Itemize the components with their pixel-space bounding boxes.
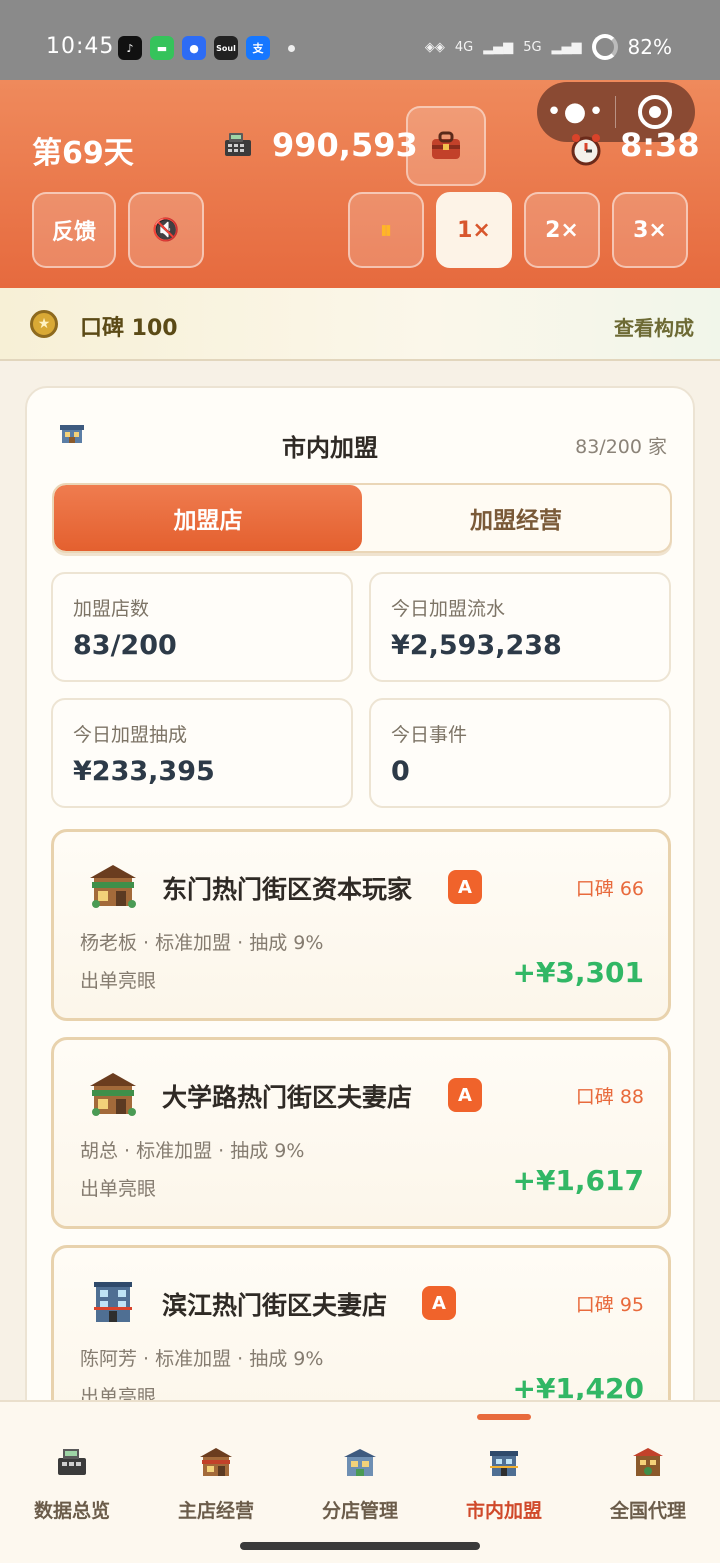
signal-4g-icon: 4G bbox=[454, 39, 474, 55]
store-reputation: 口碑 88 bbox=[575, 1086, 644, 1108]
store-grade-badge: A bbox=[448, 870, 482, 904]
stat-label: 加盟店数 bbox=[73, 598, 150, 620]
stat-franchise-count: 加盟店数 83/200 bbox=[51, 572, 353, 682]
franchise-card: 市内加盟 83/200 家 加盟店 加盟经营 加盟店数 83/200 今日加盟流… bbox=[25, 386, 695, 1446]
nav-label: 市内加盟 bbox=[465, 1500, 542, 1522]
stat-label: 今日事件 bbox=[391, 724, 468, 746]
store-event: 出单亮眼 bbox=[80, 970, 157, 992]
stat-label: 今日加盟流水 bbox=[391, 598, 506, 620]
store-meta: 杨老板 · 标准加盟 · 抽成 9% bbox=[80, 932, 324, 954]
store-name: 东门热门街区资本玩家 bbox=[162, 875, 413, 904]
close-miniprogram-button[interactable] bbox=[616, 95, 694, 129]
tab-franchise-stores[interactable]: 加盟店 bbox=[54, 485, 362, 551]
status-bar: 10:45 ♪ ▬ ● Soul 支 ◈◈ 4G ▂▄▆ 5G ▂▄▆ 82% bbox=[0, 0, 720, 80]
store-reputation: 口碑 66 bbox=[575, 878, 644, 900]
mute-button[interactable]: 🔇 bbox=[128, 192, 204, 268]
cash-register-icon bbox=[225, 133, 251, 156]
stat-value: 83/200 bbox=[73, 630, 177, 661]
store-reputation: 口碑 95 bbox=[575, 1294, 644, 1316]
franchise-building-icon bbox=[490, 1451, 518, 1476]
stat-value: ¥233,395 bbox=[73, 756, 215, 787]
speed-1x-button[interactable]: 1× bbox=[436, 192, 512, 268]
battery-percent: 82% bbox=[627, 35, 672, 59]
branch-store-icon bbox=[344, 1449, 376, 1476]
nav-label: 数据总览 bbox=[33, 1500, 110, 1522]
speed-2x-button[interactable]: 2× bbox=[524, 192, 600, 268]
money-value: 990,593 bbox=[272, 126, 418, 164]
shop-building-icon bbox=[200, 1448, 232, 1476]
soul-icon: Soul bbox=[214, 36, 238, 60]
pause-icon: ⏸ bbox=[380, 216, 392, 244]
signal-bars-icon: ▂▄▆ bbox=[551, 39, 582, 55]
store-grade-badge: A bbox=[422, 1286, 456, 1320]
franchise-tabs: 加盟店 加盟经营 bbox=[52, 483, 672, 553]
backpack-button[interactable] bbox=[406, 106, 486, 186]
speed-3x-button[interactable]: 3× bbox=[612, 192, 688, 268]
notification-icons: ♪ ▬ ● Soul 支 bbox=[118, 36, 295, 60]
reputation-bar: ★ 口碑 100 查看构成 bbox=[0, 288, 720, 361]
stat-value: ¥2,593,238 bbox=[391, 630, 562, 661]
bottom-navigation: 数据总览 主店经营 分店管理 市内加盟 全国代理 bbox=[0, 1400, 720, 1563]
store-meta: 胡总 · 标准加盟 · 抽成 9% bbox=[80, 1140, 305, 1162]
wifi-icon: ▂▄▆ bbox=[483, 39, 514, 55]
franchise-count: 83/200 家 bbox=[575, 436, 667, 458]
national-agency-icon bbox=[633, 1448, 663, 1476]
nav-label: 全国代理 bbox=[609, 1500, 686, 1522]
store-name: 滨江热门街区夫妻店 bbox=[162, 1291, 388, 1320]
messages-icon: ▬ bbox=[150, 36, 174, 60]
nav-label: 主店经营 bbox=[177, 1500, 254, 1522]
store-income: +¥3,301 bbox=[512, 956, 644, 989]
nav-branch-management[interactable]: 分店管理 bbox=[288, 1442, 432, 1523]
status-time: 10:45 bbox=[46, 34, 115, 59]
stat-value: 0 bbox=[391, 756, 410, 787]
store-name: 大学路热门街区夫妻店 bbox=[162, 1083, 413, 1112]
game-clock: 8:38 bbox=[620, 126, 700, 164]
nav-city-franchise[interactable]: 市内加盟 bbox=[432, 1442, 576, 1523]
franchise-store-item[interactable]: 东门热门街区资本玩家 A 口碑 66 杨老板 · 标准加盟 · 抽成 9% 出单… bbox=[51, 829, 671, 1021]
franchise-store-item[interactable]: 大学路热门街区夫妻店 A 口碑 88 胡总 · 标准加盟 · 抽成 9% 出单亮… bbox=[51, 1037, 671, 1229]
nav-main-store[interactable]: 主店经营 bbox=[144, 1442, 288, 1523]
shop-building-icon bbox=[90, 865, 136, 908]
more-notifications-dot bbox=[288, 44, 295, 52]
tiktok-icon: ♪ bbox=[118, 36, 142, 60]
reputation-score: 口碑 100 bbox=[80, 316, 178, 341]
shop-building-icon bbox=[90, 1073, 136, 1116]
signal-5g-icon: 5G bbox=[523, 39, 542, 55]
browser-icon: ● bbox=[182, 36, 206, 60]
alipay-icon: 支 bbox=[246, 36, 270, 60]
game-header: 第69天 990,593 •●• 8:38 反馈 🔇 ⏸ 1× 2× 3× bbox=[0, 80, 720, 288]
stat-today-revenue: 今日加盟流水 ¥2,593,238 bbox=[369, 572, 671, 682]
feedback-button[interactable]: 反馈 bbox=[32, 192, 116, 268]
stat-label: 今日加盟抽成 bbox=[73, 724, 188, 746]
reputation-coin-icon: ★ bbox=[30, 310, 58, 338]
battery-icon bbox=[591, 34, 618, 60]
nav-label: 分店管理 bbox=[321, 1500, 398, 1522]
day-counter: 第69天 bbox=[32, 136, 134, 171]
stat-today-events: 今日事件 0 bbox=[369, 698, 671, 808]
store-event: 出单亮眼 bbox=[80, 1178, 157, 1200]
more-options-button[interactable]: •●• bbox=[537, 97, 615, 127]
store-income: +¥1,617 bbox=[512, 1164, 644, 1197]
alarm-clock-icon bbox=[571, 134, 601, 166]
stat-today-commission: 今日加盟抽成 ¥233,395 bbox=[51, 698, 353, 808]
view-composition-link[interactable]: 查看构成 bbox=[614, 312, 694, 341]
mute-icon: 🔇 bbox=[152, 217, 180, 243]
backpack-icon bbox=[432, 131, 460, 159]
active-tab-indicator bbox=[477, 1414, 531, 1420]
pause-button[interactable]: ⏸ bbox=[348, 192, 424, 268]
home-indicator[interactable] bbox=[240, 1542, 480, 1550]
cash-register-icon bbox=[58, 1449, 86, 1475]
target-icon bbox=[638, 95, 672, 129]
nav-national-agency[interactable]: 全国代理 bbox=[576, 1442, 720, 1523]
tab-franchise-operations[interactable]: 加盟经营 bbox=[362, 485, 670, 551]
nfc-icon: ◈◈ bbox=[424, 39, 445, 55]
store-grade-badge: A bbox=[448, 1078, 482, 1112]
store-meta: 陈阿芳 · 标准加盟 · 抽成 9% bbox=[80, 1348, 324, 1370]
card-title: 市内加盟 bbox=[282, 434, 378, 462]
status-right: ◈◈ 4G ▂▄▆ 5G ▂▄▆ 82% bbox=[425, 34, 672, 60]
nav-data-overview[interactable]: 数据总览 bbox=[0, 1442, 144, 1523]
office-building-icon bbox=[94, 1282, 132, 1322]
